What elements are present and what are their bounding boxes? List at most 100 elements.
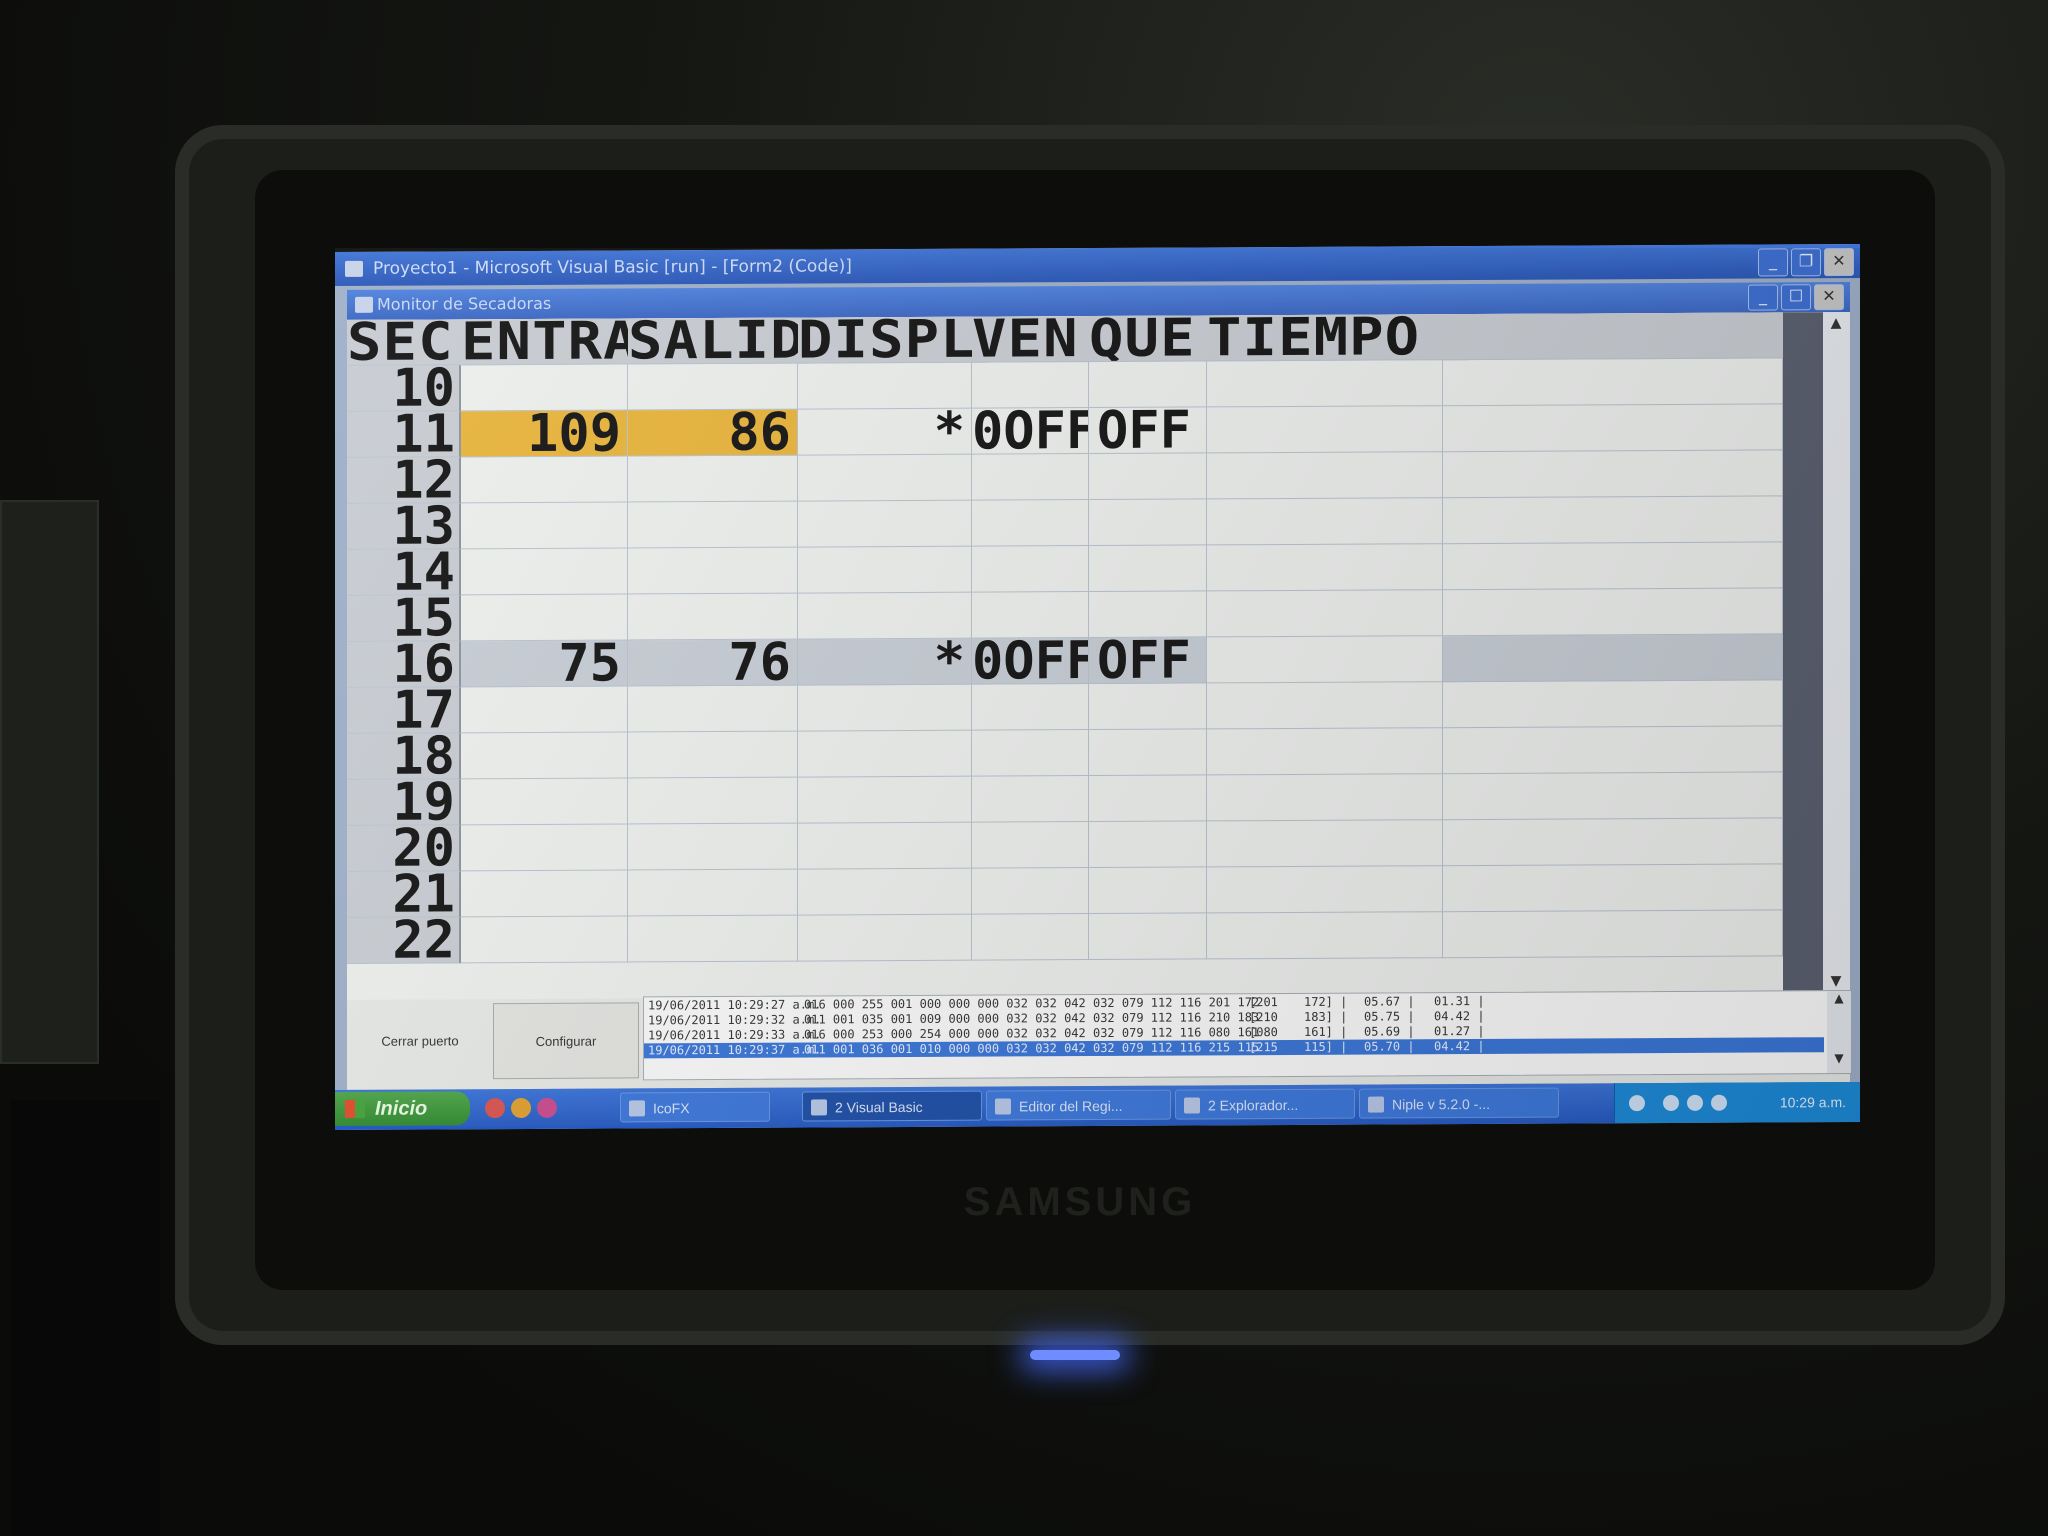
cell-sec[interactable]: 12 (347, 457, 461, 504)
cell-displ[interactable] (798, 500, 972, 548)
security-icon[interactable] (1711, 1094, 1727, 1111)
cell-ven[interactable] (972, 868, 1089, 915)
quicklaunch-browser-icon[interactable] (485, 1098, 505, 1119)
cell-tiempo[interactable] (1207, 728, 1443, 776)
scrollbar-track[interactable] (1783, 312, 1823, 993)
grid-row[interactable]: 11 109 86 * 0OFF OFF (347, 404, 1783, 458)
cell-sec[interactable]: 17 (347, 687, 461, 734)
cell-ven[interactable] (972, 730, 1089, 777)
cell-entra[interactable] (461, 916, 628, 964)
quicklaunch-app-icon[interactable] (511, 1097, 531, 1119)
grid-row[interactable]: 17 (347, 680, 1783, 734)
cell-salid[interactable] (628, 501, 798, 549)
cell-ven[interactable] (972, 454, 1089, 501)
cell-displ[interactable] (798, 822, 972, 870)
header-entra[interactable]: ENTRA (461, 318, 645, 366)
header-ven[interactable]: VEN (972, 315, 1101, 363)
cell-sec[interactable]: 22 (347, 917, 461, 964)
cell-entra[interactable] (461, 502, 628, 550)
cell-empty[interactable] (1443, 358, 1783, 407)
grid-row[interactable]: 20 (347, 818, 1783, 872)
volume-icon[interactable] (1687, 1094, 1703, 1111)
cell-sec[interactable]: 11 (347, 411, 461, 458)
cell-entra[interactable] (461, 456, 628, 504)
taskbar-item-icofx[interactable]: IcoFX (620, 1091, 770, 1123)
cell-que[interactable] (1089, 361, 1207, 409)
cell-sec[interactable]: 20 (347, 825, 461, 872)
grid-row[interactable]: 16 75 76 * 0OFF OFF (347, 634, 1783, 688)
dryer-grid[interactable]: SEC ENTRA SALID DISPL VEN QUE TIEMPO 10 1… (347, 312, 1783, 1000)
cell-displ[interactable]: * (798, 638, 972, 686)
cell-entra[interactable] (461, 364, 628, 412)
serial-log-list[interactable]: ▲ ▼ 19/06/2011 10:29:27 a.m. 016 000 255 … (643, 990, 1852, 1081)
cell-salid[interactable]: 76 (628, 639, 798, 687)
cell-que[interactable] (1089, 591, 1207, 639)
cell-salid[interactable] (628, 915, 798, 963)
log-scroll-down-icon[interactable]: ▼ (1827, 1051, 1851, 1065)
scroll-up-icon[interactable]: ▲ (1825, 314, 1847, 332)
cell-entra[interactable] (461, 594, 628, 642)
header-tiempo[interactable]: TIEMPO (1207, 314, 1467, 362)
vb-minimize-button[interactable]: _ (1758, 248, 1788, 277)
cell-empty[interactable] (1443, 818, 1783, 867)
log-scroll-up-icon[interactable]: ▲ (1827, 991, 1851, 1005)
grid-row[interactable]: 22 (347, 910, 1783, 964)
cell-empty[interactable] (1443, 404, 1783, 453)
cell-ven[interactable] (972, 592, 1089, 639)
cell-tiempo[interactable] (1207, 912, 1443, 960)
cell-salid[interactable] (628, 593, 798, 641)
header-sec[interactable]: SEC (347, 319, 473, 366)
grid-row[interactable]: 10 (347, 358, 1783, 412)
cell-que[interactable] (1089, 499, 1207, 547)
grid-vertical-scrollbar[interactable]: ▲ ▼ (1783, 312, 1850, 993)
cell-salid[interactable] (628, 685, 798, 733)
cell-entra[interactable] (461, 686, 628, 734)
cell-empty[interactable] (1443, 726, 1783, 775)
cell-que[interactable] (1089, 775, 1207, 823)
cell-displ[interactable] (798, 362, 972, 410)
cell-ven[interactable]: 0OFF (972, 638, 1089, 685)
cell-displ[interactable]: * (798, 408, 972, 456)
cell-salid[interactable] (628, 731, 798, 779)
header-que[interactable]: QUE (1089, 315, 1219, 363)
cell-entra[interactable]: 75 (461, 640, 628, 688)
start-button[interactable]: Inicio (335, 1091, 470, 1126)
cell-ven[interactable] (972, 684, 1089, 731)
cell-sec[interactable]: 18 (347, 733, 461, 780)
cell-tiempo[interactable] (1207, 406, 1443, 454)
cell-que[interactable]: OFF (1089, 407, 1207, 455)
cell-salid[interactable] (628, 777, 798, 825)
cell-salid[interactable] (628, 547, 798, 595)
cell-tiempo[interactable] (1207, 682, 1443, 730)
cell-ven[interactable] (972, 500, 1089, 547)
grid-row[interactable]: 13 (347, 496, 1783, 550)
cell-salid[interactable] (628, 363, 798, 411)
cell-sec[interactable]: 21 (347, 871, 461, 918)
cell-displ[interactable] (798, 454, 972, 502)
form-close-button[interactable]: ✕ (1814, 284, 1844, 311)
cell-sec[interactable]: 13 (347, 503, 461, 550)
cell-salid[interactable]: 86 (628, 409, 798, 457)
cell-entra[interactable]: 109 (461, 410, 628, 458)
cell-que[interactable] (1089, 867, 1207, 915)
cell-ven[interactable] (972, 822, 1089, 869)
cell-sec[interactable]: 19 (347, 779, 461, 826)
cell-empty[interactable] (1443, 542, 1783, 591)
cell-displ[interactable] (798, 914, 972, 962)
close-port-button[interactable]: Cerrar puerto (347, 1003, 493, 1080)
taskbar-item-visual-basic[interactable]: 2 Visual Basic (802, 1090, 982, 1122)
cell-que[interactable] (1089, 453, 1207, 501)
cell-empty[interactable] (1443, 680, 1783, 729)
cell-tiempo[interactable] (1207, 820, 1443, 868)
cell-empty[interactable] (1443, 588, 1783, 637)
grid-row[interactable]: 18 (347, 726, 1783, 780)
cell-entra[interactable] (461, 870, 628, 918)
cell-tiempo[interactable] (1207, 866, 1443, 914)
cell-salid[interactable] (628, 455, 798, 503)
quicklaunch-media-icon[interactable] (537, 1097, 557, 1118)
cell-entra[interactable] (461, 548, 628, 596)
cell-tiempo[interactable] (1207, 636, 1443, 684)
grid-row[interactable]: 12 (347, 450, 1783, 504)
scroll-down-icon[interactable]: ▼ (1825, 972, 1847, 990)
header-displ[interactable]: DISPL (798, 316, 990, 364)
